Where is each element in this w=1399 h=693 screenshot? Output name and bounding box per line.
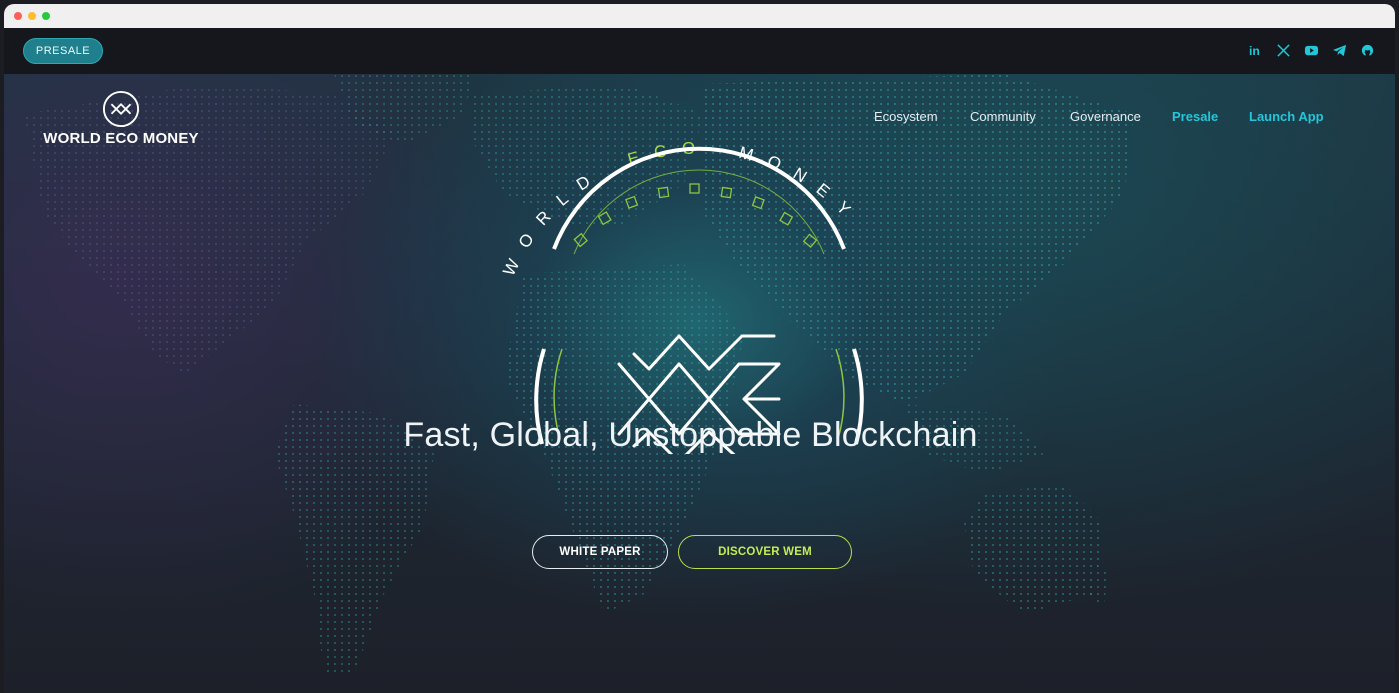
- minimize-window-dot[interactable]: [28, 12, 36, 20]
- hero-headline: Fast, Global, Unstoppable Blockchain: [403, 416, 978, 454]
- svg-text:in: in: [1248, 44, 1259, 58]
- nav-item-presale[interactable]: Presale: [1172, 109, 1218, 124]
- world-eco-money-emblem: WORLD ECO MONEY: [499, 139, 864, 454]
- linkedin-icon[interactable]: in: [1247, 42, 1263, 58]
- maximize-window-dot[interactable]: [42, 12, 50, 20]
- window-chrome: [4, 4, 1395, 28]
- social-links: in: [1247, 42, 1375, 58]
- telegram-icon[interactable]: [1331, 42, 1347, 58]
- announcement-bar: PRESALE in: [4, 28, 1395, 74]
- close-window-dot[interactable]: [14, 12, 22, 20]
- youtube-icon[interactable]: [1303, 42, 1319, 58]
- github-icon[interactable]: [1359, 42, 1375, 58]
- brand-name: WORLD ECO MONEY: [43, 130, 199, 147]
- discover-wem-button[interactable]: DISCOVER WEM: [678, 535, 852, 569]
- browser-window: PRESALE in WORLD ECO MONEY Ecosystem Com…: [4, 4, 1395, 693]
- nav-item-launch-app[interactable]: Launch App: [1249, 109, 1324, 124]
- emblem-arc-text: WORLD ECO MONEY: [499, 139, 864, 279]
- white-paper-button[interactable]: WHITE PAPER: [532, 535, 668, 569]
- nav-item-governance[interactable]: Governance: [1070, 109, 1141, 124]
- hero-section: WORLD ECO MONEY Ecosystem Community Gove…: [4, 74, 1395, 693]
- presale-pill-button[interactable]: PRESALE: [23, 38, 103, 64]
- x-icon[interactable]: [1275, 42, 1291, 58]
- nav-item-community[interactable]: Community: [970, 109, 1036, 124]
